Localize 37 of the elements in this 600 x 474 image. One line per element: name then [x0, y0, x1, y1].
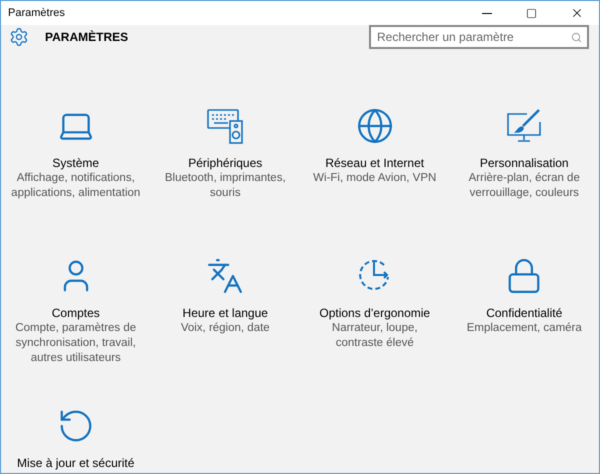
- category-tile[interactable]: Heure et langue Voix, région, date: [150, 257, 300, 407]
- category-tile[interactable]: Options d’ergonomie Narrateur, loupe, contraste élevé: [300, 257, 450, 407]
- keyboard-speaker-icon: [206, 107, 244, 145]
- page-title: PARAMÈTRES: [45, 29, 130, 46]
- category-description: Affichage, notifications, applications, alimentation: [10, 171, 141, 201]
- maximize-icon: [526, 8, 537, 18]
- category-description: Voix, région, date: [180, 321, 270, 336]
- window-title: Paramètres: [8, 6, 66, 21]
- category-title: Réseau et Internet: [325, 155, 424, 171]
- category-description: Emplacement, caméra: [466, 321, 582, 336]
- settings-icon: [9, 27, 29, 47]
- category-title: Heure et langue: [182, 305, 268, 321]
- category-title: Mise à jour et sécurité: [17, 455, 134, 471]
- category-description: Arrière-plan, écran de verrouillage, couleurs: [468, 171, 581, 201]
- category-title: Confidentialité: [486, 305, 562, 321]
- category-title: Comptes: [52, 305, 100, 321]
- search-field[interactable]: Rechercher un paramètre: [369, 25, 589, 49]
- category-title: Périphériques: [188, 155, 262, 171]
- minimize-icon: [482, 12, 492, 14]
- category-tile[interactable]: Confidentialité Emplacement, caméra: [450, 257, 599, 407]
- category-tile[interactable]: Réseau et Internet Wi-Fi, mode Avion, VPN: [300, 107, 450, 257]
- category-description: Narrateur, loupe, contraste élevé: [330, 321, 419, 351]
- category-tile[interactable]: Comptes Compte, paramètres de synchronisation, travail, autres utilisateurs: [1, 257, 150, 407]
- category-tile[interactable]: Mise à jour et sécurité: [1, 407, 150, 473]
- paintbrush-monitor-icon: [505, 107, 544, 145]
- category-description: Compte, paramètres de synchronisation, travail, autres utilisateurs: [14, 321, 138, 366]
- globe-icon: [356, 107, 394, 145]
- category-title: Options d’ergonomie: [319, 305, 430, 321]
- category-description: Wi-Fi, mode Avion, VPN: [313, 171, 436, 186]
- category-title: Système: [52, 155, 100, 171]
- language-icon: [206, 257, 244, 295]
- category-tile[interactable]: Personnalisation Arrière-plan, écran de verrouillage, couleurs: [450, 107, 599, 257]
- category-tile[interactable]: Périphériques Bluetooth, imprimantes, souris: [150, 107, 300, 257]
- search-icon: [571, 32, 582, 43]
- category-description: Bluetooth, imprimantes, souris: [164, 171, 287, 201]
- category-tile[interactable]: Système Affichage, notifications, applications, alimentation: [1, 107, 150, 257]
- category-title: Personnalisation: [480, 155, 569, 171]
